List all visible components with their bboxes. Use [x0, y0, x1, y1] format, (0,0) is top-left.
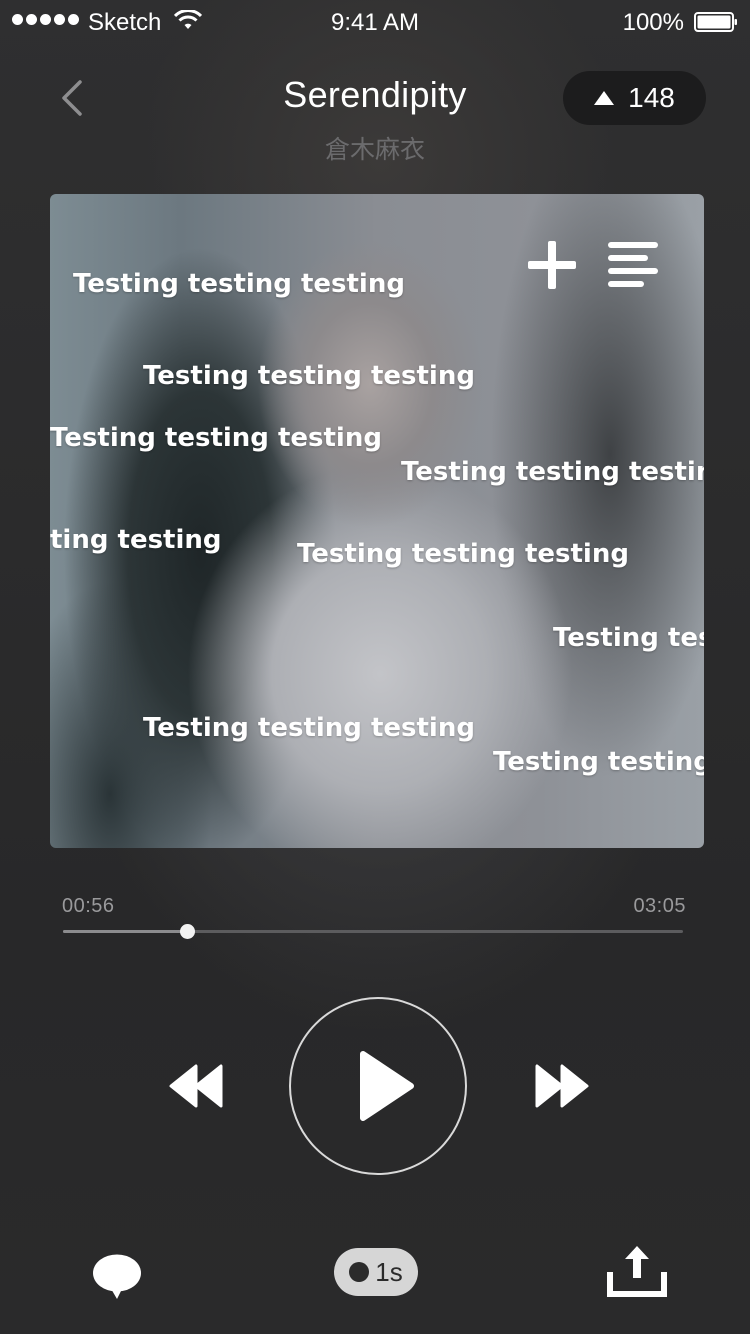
- danmaku-comment: Testing testing t: [493, 747, 704, 777]
- play-icon: [360, 1051, 414, 1121]
- fast-forward-icon[interactable]: [534, 1062, 590, 1110]
- danmaku-count-button[interactable]: 148: [563, 71, 706, 125]
- rewind-icon[interactable]: [168, 1062, 224, 1110]
- battery-percent: 100%: [622, 9, 684, 36]
- danmaku-comment: Testing testing testing: [143, 713, 475, 743]
- plus-icon[interactable]: [526, 239, 578, 291]
- progress-thumb[interactable]: [180, 924, 195, 939]
- danmaku-comment: Testing testing testing: [401, 457, 704, 487]
- danmaku-comment: Testing testing testing: [297, 539, 629, 569]
- lyrics-lines-icon[interactable]: [606, 240, 660, 290]
- progress-slider[interactable]: [63, 924, 683, 939]
- danmaku-comment: Testing testing testing: [143, 361, 475, 391]
- current-time: 00:56: [62, 895, 115, 917]
- play-button[interactable]: [289, 997, 467, 1175]
- danmaku-comment: Testing tes: [553, 623, 704, 653]
- triangle-up-icon: [594, 91, 615, 105]
- artist-name: 倉木麻衣: [324, 136, 425, 164]
- total-time: 03:05: [633, 895, 686, 917]
- share-upload-icon[interactable]: [606, 1242, 668, 1298]
- album-art: Testing testing testing Testing testing …: [50, 194, 704, 848]
- speech-bubble-icon[interactable]: [92, 1253, 142, 1301]
- status-bar: Sketch 9:41 AM 100%: [0, 0, 750, 44]
- danmaku-comment: Testing testing testing: [50, 423, 382, 453]
- speed-label: 1s: [375, 1256, 403, 1287]
- record-dot-icon: [349, 1262, 370, 1282]
- danmaku-comment: ting testing: [50, 525, 222, 555]
- battery-icon: [694, 12, 737, 32]
- danmaku-comment: Testing testing testing: [73, 269, 405, 299]
- progress-fill: [63, 930, 187, 933]
- danmaku-count: 148: [628, 82, 675, 113]
- speed-toggle-button[interactable]: 1s: [334, 1248, 418, 1296]
